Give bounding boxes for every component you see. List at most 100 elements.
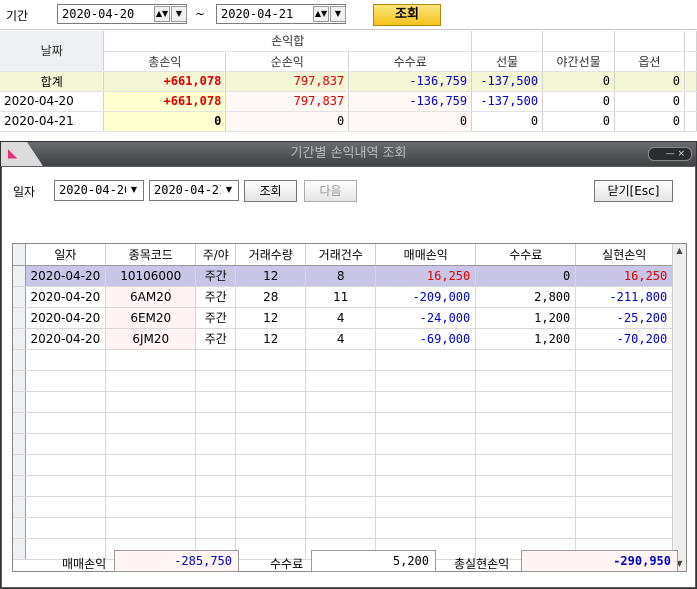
cell-session: 주간 [195, 328, 237, 350]
scroll-up-icon[interactable]: ▲ [673, 244, 686, 258]
summary-cell: 0 [542, 71, 616, 92]
col-session[interactable]: 주/야 [195, 244, 237, 266]
col-trade-pl[interactable]: 매매손익 [375, 244, 477, 266]
summary-row-date: 합계 [0, 71, 105, 92]
cell-code: 6AM20 [105, 286, 197, 308]
col-qty[interactable]: 거래수량 [235, 244, 307, 266]
summary-total-row[interactable]: 합계 +661,078 797,837 -136,759 -137,500 0 … [0, 71, 697, 92]
table-row[interactable]: 2020-04-20 10106000 주간 12 8 16,250 0 16,… [13, 265, 674, 287]
dialog-date-label: 일자 [13, 185, 36, 199]
cell-trade-pl: -69,000 [375, 328, 477, 350]
empty-row [13, 454, 674, 476]
end-date-dropdown[interactable]: ▼ [330, 6, 346, 22]
summary-cell: 797,837 [225, 71, 350, 92]
cell-date: 2020-04-20 [25, 265, 107, 287]
cell-realized-pl: -25,200 [575, 307, 674, 329]
pin-icon[interactable]: ◣ [8, 147, 20, 159]
cell-trade-pl: -209,000 [375, 286, 477, 308]
summary-cell: -136,759 [348, 71, 473, 92]
dialog-close-button[interactable]: 닫기[Esc] [594, 180, 673, 202]
col-code[interactable]: 종목코드 [105, 244, 197, 266]
summary-col-net: 순손익 [225, 51, 350, 72]
dialog-title: 기간별 손익내역 조회 [290, 146, 407, 161]
summary-cell: 0 [103, 111, 227, 132]
dialog-end-date-dropdown[interactable]: ▼ [221, 183, 237, 199]
summary-cell: -136,759 [348, 91, 473, 112]
cell-date: 2020-04-20 [25, 307, 107, 329]
summary-header-date: 날짜 [0, 31, 105, 72]
dialog-next-button[interactable]: 다음 [304, 180, 357, 202]
grid-scrollbar[interactable]: ▲ ▼ [672, 244, 686, 571]
row-indicator-header [13, 244, 26, 266]
footer-trade-pl-label: 매매손익 [62, 557, 107, 571]
summary-row[interactable]: 2020-04-21 0 0 0 0 0 0 [0, 111, 697, 132]
summary-cell: 0 [614, 111, 685, 132]
summary-cell: 0 [348, 111, 473, 132]
empty-row [13, 349, 674, 371]
dialog-start-date-dropdown[interactable]: ▼ [126, 183, 142, 199]
trade-header-row: 일자 종목코드 주/야 거래수량 거래건수 매매손익 수수료 실현손익 [13, 244, 674, 266]
empty-row [13, 433, 674, 455]
summary-cell: +661,078 [103, 71, 227, 92]
cell-fee: 1,200 [475, 328, 577, 350]
cell-qty: 12 [235, 307, 307, 329]
empty-row [13, 370, 674, 392]
col-fee[interactable]: 수수료 [475, 244, 577, 266]
cell-qty: 12 [235, 328, 307, 350]
cell-fee: 2,800 [475, 286, 577, 308]
period-label: 기간 [6, 9, 29, 23]
cell-count: 8 [305, 265, 377, 287]
summary-cell: -137,500 [471, 91, 544, 112]
summary-row-date: 2020-04-20 [0, 91, 105, 112]
summary-cell: 797,837 [225, 91, 350, 112]
footer-total-label: 총실현손익 [454, 557, 510, 571]
empty-row [13, 391, 674, 413]
summary-col-total: 총손익 [103, 51, 227, 72]
empty-row [13, 517, 674, 539]
summary-col-fee: 수수료 [348, 51, 473, 72]
cell-count: 4 [305, 307, 377, 329]
summary-cell: 0 [542, 111, 616, 132]
dialog-body: 일자 2020-04-20 ▼ 2020-04-21 ▼ 조회 다음 닫기[Es… [2, 167, 695, 587]
footer-fee-value: 5,200 [311, 550, 436, 572]
end-date-spinner[interactable]: ▲▼ [313, 6, 329, 22]
empty-row [13, 475, 674, 497]
summary-table: 날짜 손익합 총손익 순손익 수수료 선물 야간선물 옵션 합계 +661,07… [0, 31, 697, 132]
cell-realized-pl: 16,250 [575, 265, 674, 287]
cell-realized-pl: -70,200 [575, 328, 674, 350]
table-row[interactable]: 2020-04-20 6JM20 주간 12 4 -69,000 1,200 -… [13, 328, 674, 350]
cell-realized-pl: -211,800 [575, 286, 674, 308]
filter-bar: 기간 2020-04-20 ▲▼ ▼ ~ 2020-04-21 ▲▼ ▼ 조회 [0, 0, 697, 30]
dialog-search-button[interactable]: 조회 [244, 180, 297, 202]
start-date-dropdown[interactable]: ▼ [171, 6, 187, 22]
summary-col-night-futures: 야간선물 [542, 51, 616, 72]
footer-fee-label: 수수료 [270, 557, 304, 571]
search-button[interactable]: 조회 [373, 4, 441, 26]
cell-count: 4 [305, 328, 377, 350]
cell-trade-pl: -24,000 [375, 307, 477, 329]
cell-trade-pl: 16,250 [375, 265, 477, 287]
row-indicator [13, 265, 26, 287]
tilde-label: ~ [195, 7, 206, 21]
table-row[interactable]: 2020-04-20 6EM20 주간 12 4 -24,000 1,200 -… [13, 307, 674, 329]
cell-code: 6JM20 [105, 328, 197, 350]
row-indicator [13, 328, 26, 350]
dialog-close-icon[interactable]: — × [648, 147, 692, 161]
summary-cell: 0 [471, 111, 544, 132]
table-row[interactable]: 2020-04-20 6AM20 주간 28 11 -209,000 2,800… [13, 286, 674, 308]
cell-code: 6EM20 [105, 307, 197, 329]
summary-cell: 0 [614, 71, 685, 92]
row-indicator [13, 286, 26, 308]
summary-row[interactable]: 2020-04-20 +661,078 797,837 -136,759 -13… [0, 91, 697, 112]
col-date[interactable]: 일자 [25, 244, 107, 266]
row-indicator [13, 307, 26, 329]
summary-row-date: 2020-04-21 [0, 111, 105, 132]
summary-cell: +661,078 [103, 91, 227, 112]
empty-row [13, 496, 674, 518]
cell-date: 2020-04-20 [25, 286, 107, 308]
cell-fee: 1,200 [475, 307, 577, 329]
dialog-title-bar[interactable]: 기간별 손익내역 조회 [1, 142, 696, 166]
start-date-spinner[interactable]: ▲▼ [154, 6, 170, 22]
col-count[interactable]: 거래건수 [305, 244, 377, 266]
col-realized-pl[interactable]: 실현손익 [575, 244, 674, 266]
